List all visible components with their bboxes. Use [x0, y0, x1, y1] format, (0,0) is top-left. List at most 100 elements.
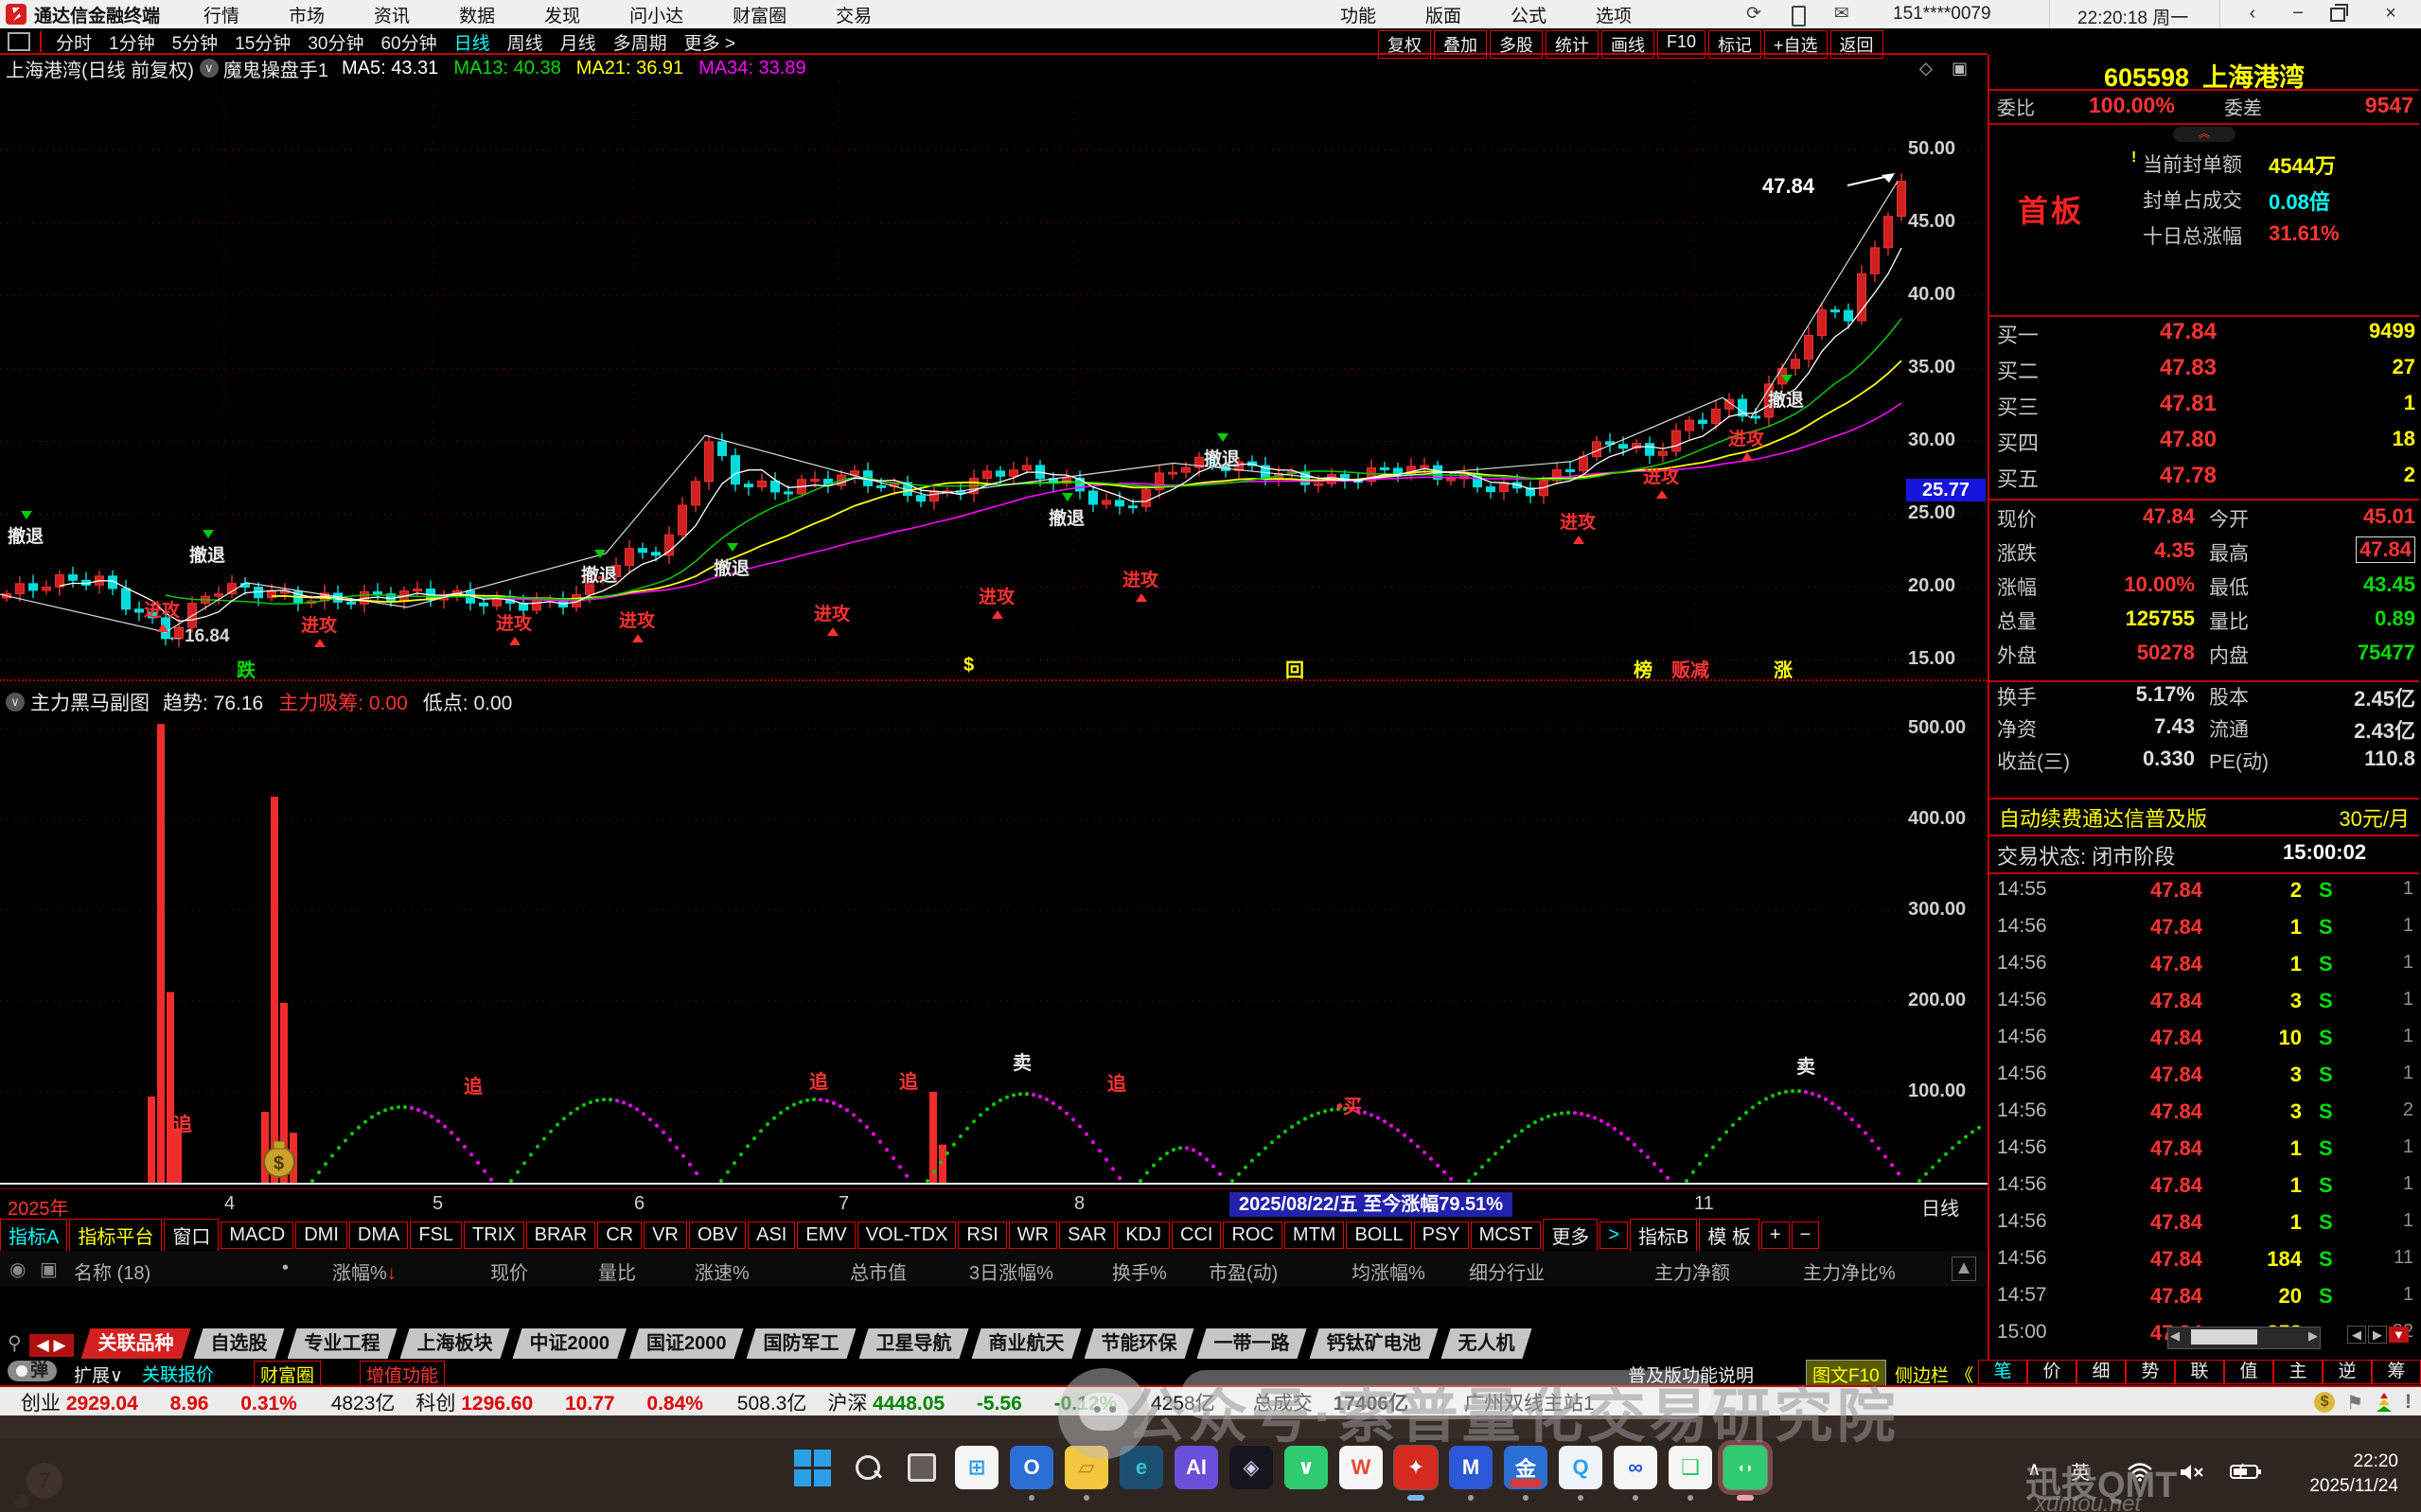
- column-header[interactable]: 主力净比%: [1803, 1257, 1896, 1285]
- pane-buttons[interactable]: ◀▶▼: [2347, 1327, 2409, 1347]
- tick-scrollbar[interactable]: ◀▶: [2167, 1327, 2321, 1349]
- indicator-tab[interactable]: 更多: [1543, 1219, 1598, 1252]
- sector-tab[interactable]: 商业航天: [972, 1328, 1082, 1359]
- menu-item[interactable]: 问小达: [605, 7, 708, 26]
- period-tab[interactable]: 日线: [446, 29, 499, 55]
- tick-row[interactable]: 14:5647.841S1: [1989, 1136, 2419, 1173]
- clock-widget[interactable]: 22:202025/11/24: [2294, 1450, 2398, 1499]
- index-quote[interactable]: 沪深 4448.05 -5.56 -0.12% 4258亿: [827, 1388, 1214, 1416]
- taskbar-app-taskview[interactable]: [900, 1446, 944, 1489]
- indicator-tab[interactable]: TRIX: [464, 1222, 524, 1249]
- taskbar-app-store[interactable]: ⊞: [955, 1446, 998, 1489]
- indicator-tab[interactable]: 窗口: [164, 1219, 219, 1252]
- scroll-thumb[interactable]: [2191, 1329, 2257, 1345]
- taskbar-app-tdx[interactable]: ✦: [1394, 1446, 1438, 1489]
- tick-pane-tab[interactable]: 联: [2175, 1360, 2224, 1384]
- column-header[interactable]: •: [282, 1257, 289, 1279]
- period-tab[interactable]: 多周期: [605, 29, 676, 55]
- period-tab[interactable]: 更多 >: [676, 29, 744, 55]
- taskbar-app-start[interactable]: [790, 1446, 834, 1489]
- menu-item[interactable]: 市场: [264, 7, 349, 26]
- tick-row[interactable]: 14:5647.841S1: [1989, 952, 2419, 989]
- scroll-up-icon[interactable]: ▲: [1952, 1257, 1976, 1281]
- menu-item-right[interactable]: 功能: [1316, 2, 1401, 27]
- taskbar-app-wps[interactable]: W: [1339, 1446, 1383, 1489]
- taskbar-app-search[interactable]: [845, 1446, 889, 1489]
- pin-icon[interactable]: !: [2405, 1391, 2412, 1414]
- taskbar-app-ai[interactable]: AI: [1175, 1446, 1218, 1489]
- indicator-tab[interactable]: 模 板: [1699, 1219, 1759, 1252]
- sector-tab[interactable]: 自选股: [194, 1328, 285, 1359]
- tick-pane-tab[interactable]: 筹: [2372, 1360, 2421, 1384]
- indicator-tab[interactable]: MCST: [1471, 1222, 1542, 1249]
- bottom-link[interactable]: 增值功能: [360, 1361, 445, 1388]
- collapse-study-icon[interactable]: ∨: [200, 59, 219, 78]
- collapse-pill[interactable]: ︽: [2173, 127, 2235, 142]
- collapse-subchart-icon[interactable]: ∨: [6, 693, 25, 712]
- grid-icon[interactable]: ▣: [40, 1257, 58, 1281]
- taskbar-app-outlook[interactable]: O: [1010, 1446, 1053, 1489]
- refresh-icon[interactable]: ⟳: [1746, 3, 1761, 25]
- sector-tab[interactable]: 上海板块: [400, 1328, 510, 1359]
- period-tab[interactable]: 30分钟: [299, 29, 372, 55]
- tick-pane-tab[interactable]: 值: [2224, 1360, 2273, 1384]
- indicator-tab[interactable]: PSY: [1414, 1222, 1469, 1249]
- tick-row[interactable]: 14:5747.8420S1: [1989, 1284, 2419, 1321]
- taskbar-app-ftrade[interactable]: 金: [1504, 1446, 1547, 1489]
- tick-row[interactable]: 14:5647.841S1: [1989, 915, 2419, 952]
- expand-button[interactable]: 扩展∨: [74, 1362, 123, 1387]
- prev-icon[interactable]: ◀: [2347, 1326, 2366, 1344]
- indicator-tab[interactable]: BRAR: [526, 1222, 596, 1249]
- column-header[interactable]: 涨幅%↓: [332, 1257, 397, 1285]
- account-label[interactable]: 151****0079: [1893, 4, 1991, 25]
- tick-row[interactable]: 14:5647.843S2: [1989, 1099, 2419, 1136]
- indicator-tab[interactable]: >: [1599, 1222, 1628, 1249]
- panel-toggle-icon[interactable]: ▣: [1952, 59, 1968, 79]
- column-header[interactable]: 名称 (18): [74, 1257, 150, 1285]
- indicator-tab[interactable]: EMV: [797, 1222, 855, 1249]
- period-tab[interactable]: 60分钟: [372, 29, 445, 55]
- indicator-tab[interactable]: DMA: [349, 1222, 408, 1249]
- menu-item[interactable]: 交易: [811, 7, 896, 26]
- tick-row[interactable]: 14:5647.843S1: [1989, 1063, 2419, 1099]
- indicator-tab[interactable]: OBV: [689, 1222, 746, 1249]
- indicator-tab[interactable]: MACD: [221, 1222, 293, 1249]
- indicator-tab[interactable]: BOLL: [1346, 1222, 1411, 1249]
- taskbar-app-mapp[interactable]: M: [1449, 1446, 1493, 1489]
- sidebar-collapse-icon[interactable]: 《: [1955, 1362, 1973, 1387]
- column-header[interactable]: 量比: [598, 1257, 636, 1285]
- tick-row[interactable]: 14:5647.841S1: [1989, 1173, 2419, 1210]
- pin-icon[interactable]: ⚲: [8, 1331, 22, 1355]
- menu-item[interactable]: 资讯: [349, 7, 434, 26]
- tick-row[interactable]: 14:5647.84184S11: [1989, 1247, 2419, 1284]
- tick-pane-tab[interactable]: 笔: [1978, 1360, 2027, 1384]
- menu-item-right[interactable]: 公式: [1486, 2, 1571, 27]
- subchart-name[interactable]: 主力黑马副图: [30, 688, 150, 716]
- menu-item[interactable]: 行情: [179, 7, 264, 26]
- date-axis[interactable]: 2025年 4567811 2025/08/22/五 至今涨幅79.51% 日线: [0, 1188, 1988, 1220]
- diamond-icon[interactable]: ◇: [1919, 59, 1933, 79]
- taskbar-app-qq[interactable]: Q: [1559, 1446, 1602, 1489]
- menu-item-right[interactable]: 选项: [1571, 2, 1656, 27]
- sector-tab[interactable]: 专业工程: [288, 1328, 398, 1359]
- column-header[interactable]: 细分行业: [1469, 1257, 1545, 1285]
- popup-toggle[interactable]: 弹: [8, 1361, 57, 1381]
- column-header[interactable]: 主力净额: [1654, 1257, 1730, 1285]
- sector-tab[interactable]: 钙钛矿电池: [1310, 1328, 1439, 1359]
- period-tab[interactable]: 1分钟: [100, 29, 164, 55]
- index-quote[interactable]: 创业 2929.04 8.96 0.31% 4823亿: [21, 1388, 395, 1416]
- period-tab[interactable]: 周线: [499, 29, 552, 55]
- indicator-tab[interactable]: WR: [1009, 1222, 1057, 1249]
- bottom-link[interactable]: 关联报价: [142, 1361, 214, 1386]
- column-header[interactable]: 换手%: [1112, 1257, 1167, 1285]
- menu-item[interactable]: 数据: [434, 7, 520, 26]
- tick-row[interactable]: 14:5647.841S1: [1989, 1210, 2419, 1247]
- indicator-tab[interactable]: −: [1792, 1222, 1820, 1249]
- indicator-tab[interactable]: KDJ: [1117, 1222, 1170, 1249]
- sector-nav-buttons[interactable]: ◀ ▶: [29, 1334, 74, 1357]
- menu-item-right[interactable]: 版面: [1401, 2, 1486, 27]
- signal-icon[interactable]: [2375, 1392, 2394, 1413]
- scroll-left-icon[interactable]: ◀: [2170, 1328, 2180, 1344]
- minimize-button[interactable]: −: [2279, 3, 2317, 25]
- sector-tab-active[interactable]: 关联品种: [81, 1328, 191, 1359]
